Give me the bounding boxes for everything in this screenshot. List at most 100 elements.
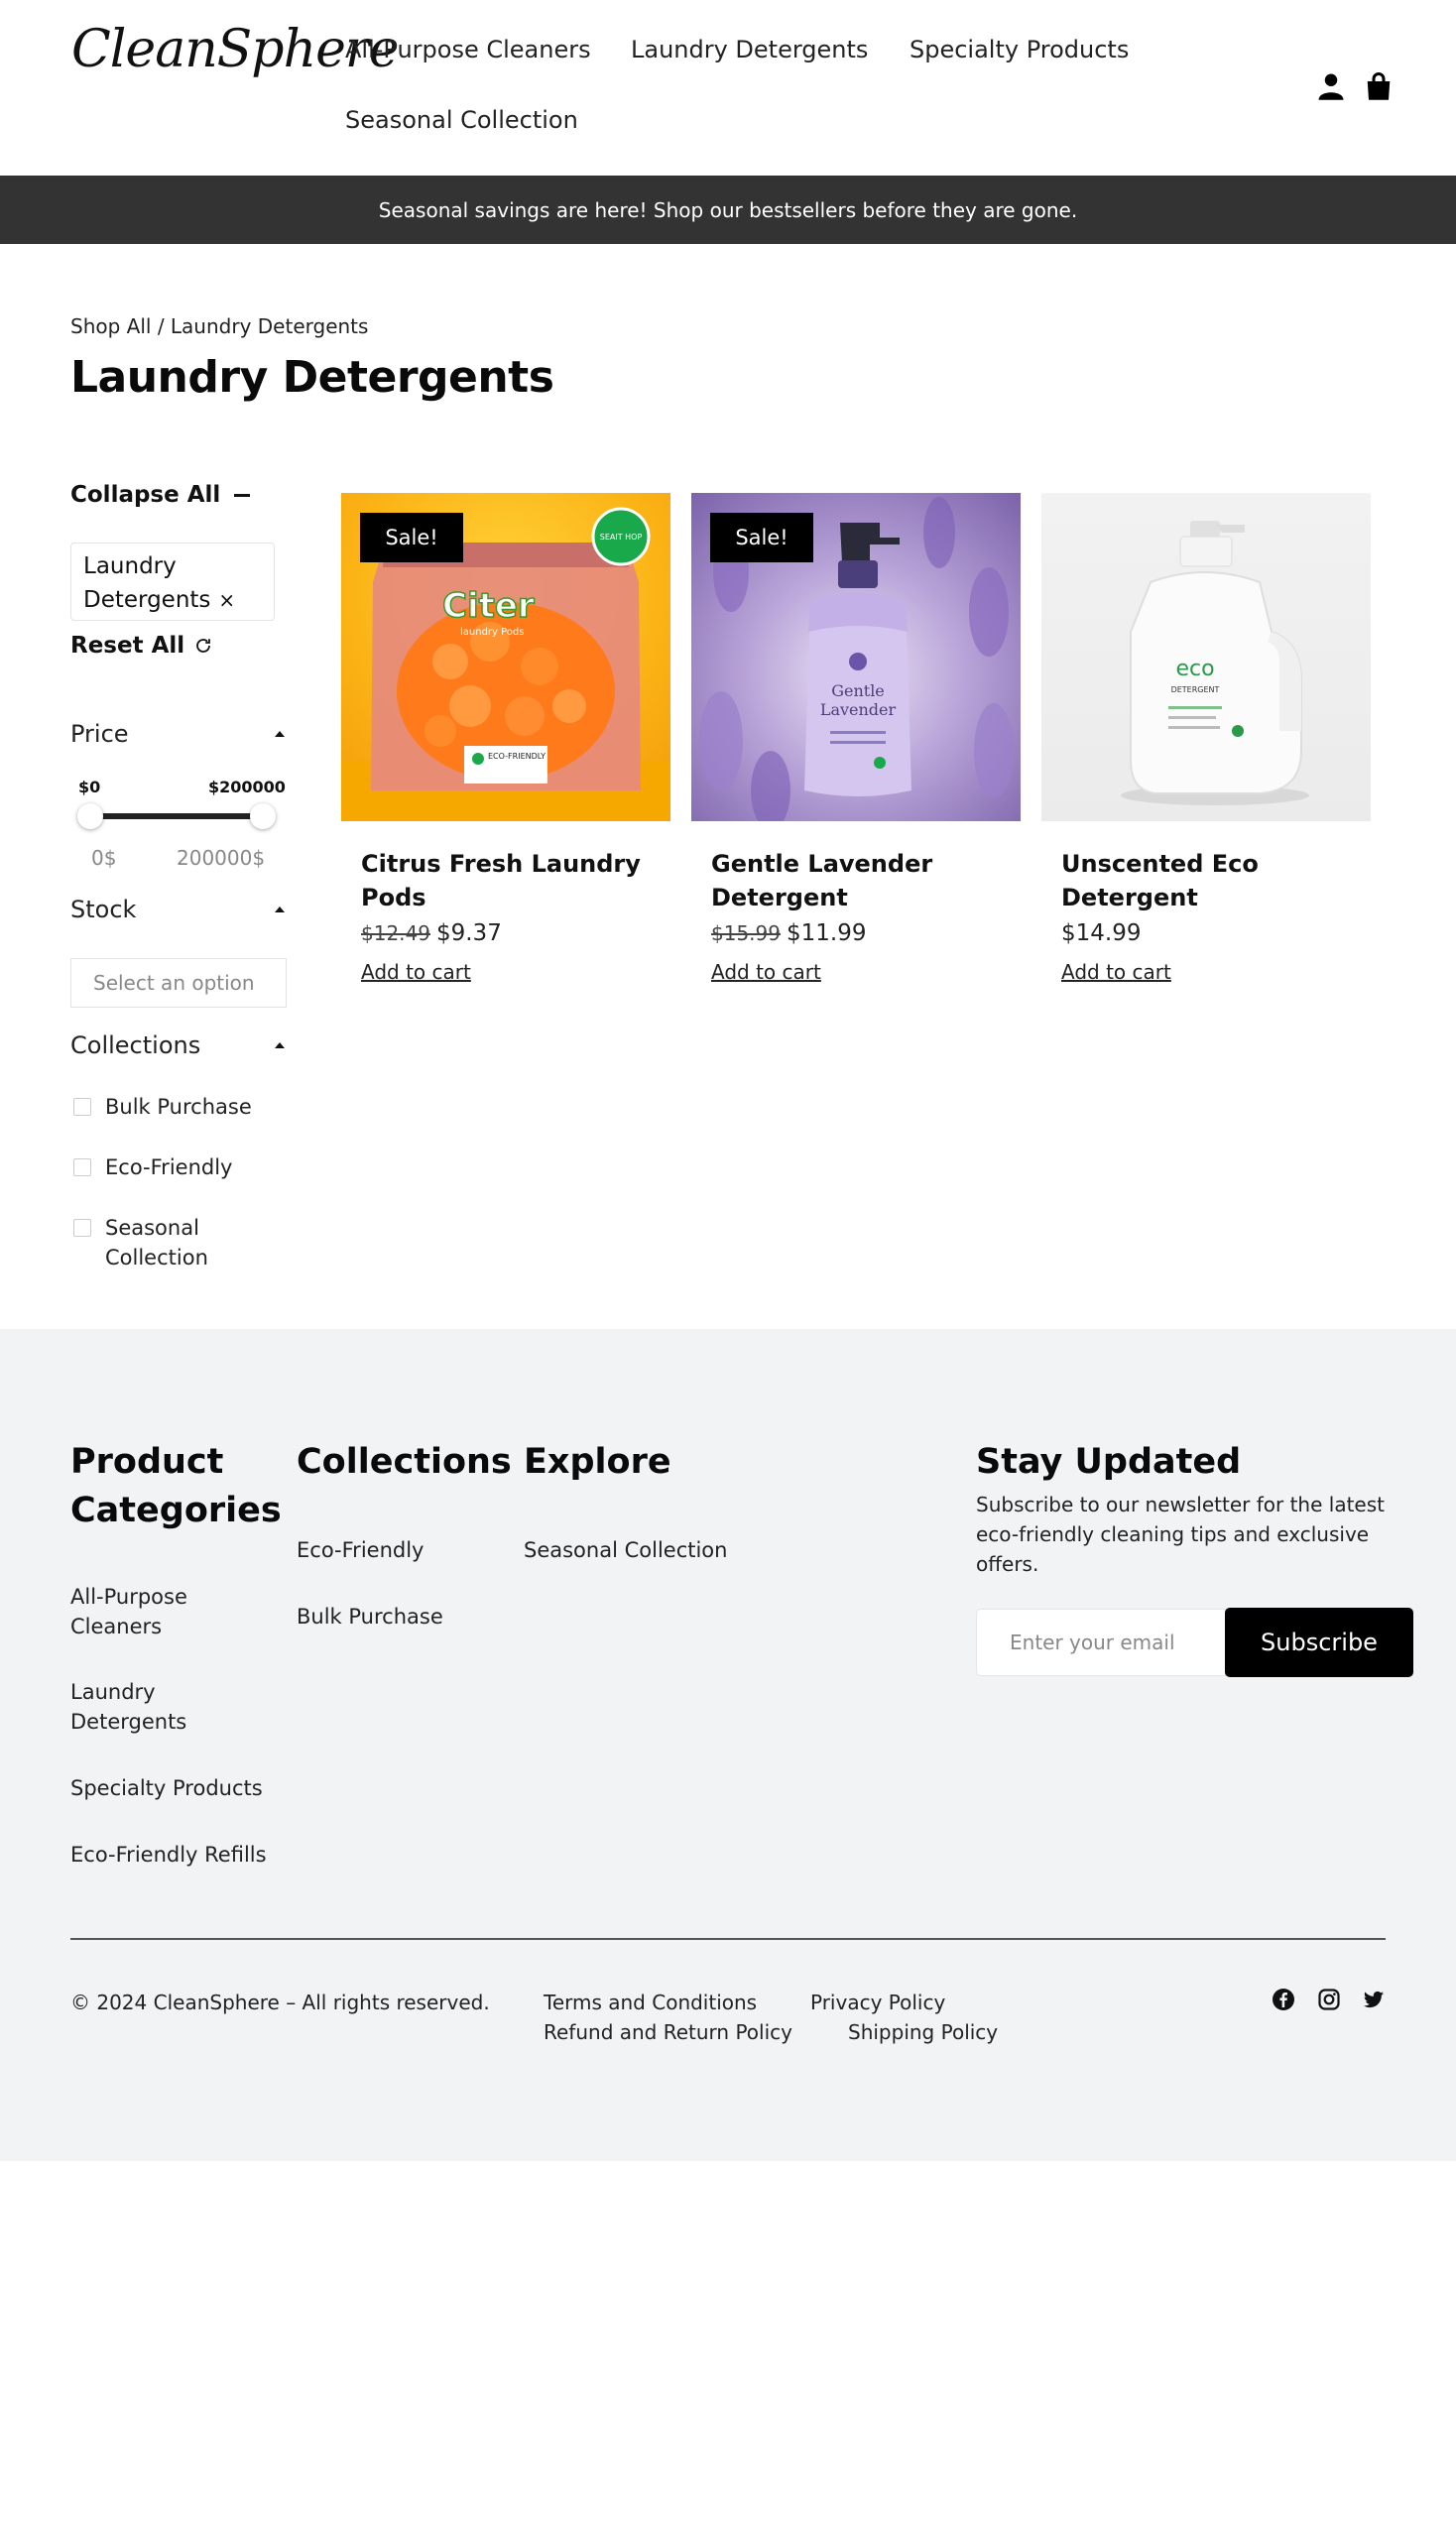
sale-badge: Sale! (710, 513, 813, 562)
page-title: Laundry Detergents (70, 352, 554, 403)
jug-sub-text: DETERGENT (1171, 685, 1220, 694)
instagram-icon[interactable] (1317, 1988, 1341, 2011)
product-title[interactable]: Unscented Eco Detergent (1061, 847, 1351, 914)
filter-option-seasonal-collection[interactable]: Seasonal Collection (73, 1213, 232, 1272)
checkbox[interactable] (73, 1219, 91, 1237)
price-min-label: $0 (78, 778, 101, 796)
twitter-icon[interactable] (1362, 1988, 1386, 2011)
footer-collections-title: Collections (297, 1442, 512, 1482)
product-card[interactable]: eco DETERGENT Unscented Eco Detergent $1… (1041, 493, 1371, 984)
bottle-sub-text: Lavender (820, 700, 897, 719)
close-icon[interactable]: × (218, 588, 235, 612)
filter-option-bulk-purchase[interactable]: Bulk Purchase (73, 1092, 252, 1122)
nav-seasonal-collection[interactable]: Seasonal Collection (345, 106, 578, 134)
site-header: CleanSphere All-Purpose Cleaners Laundry… (0, 0, 1456, 176)
nav-laundry-detergents[interactable]: Laundry Detergents (631, 36, 868, 63)
price-min-value: 0$ (91, 846, 117, 870)
footer-link-eco-friendly[interactable]: Eco-Friendly (297, 1535, 424, 1565)
jug-brand-text: eco (1175, 657, 1214, 681)
seal-text: SEAIT HOP (600, 533, 643, 542)
filter-option-label: Eco-Friendly (105, 1155, 233, 1179)
refresh-icon (196, 639, 211, 653)
product-sale-price: $9.37 (435, 920, 502, 946)
footer-link-seasonal-collection[interactable]: Seasonal Collection (524, 1535, 727, 1565)
footer-link-privacy[interactable]: Privacy Policy (810, 1991, 945, 2014)
product-title[interactable]: Citrus Fresh Laundry Pods (361, 847, 651, 914)
filter-option-eco-friendly[interactable]: Eco-Friendly (73, 1152, 232, 1182)
announcement-bar: Seasonal savings are here! Shop our best… (0, 176, 1456, 244)
chevron-up-icon (275, 907, 285, 912)
checkbox[interactable] (73, 1098, 91, 1116)
collapse-all-label: Collapse All (70, 482, 221, 508)
footer-link-all-purpose-cleaners[interactable]: All-Purpose Cleaners (70, 1582, 229, 1641)
price-filter-title: Price (70, 720, 129, 748)
sale-badge: Sale! (360, 513, 463, 562)
stock-filter-title: Stock (70, 896, 137, 923)
newsletter-title: Stay Updated (976, 1442, 1242, 1482)
bag-label-text: ECO-FRIENDLY (488, 752, 546, 761)
chevron-up-icon (275, 731, 285, 737)
product-sale-price: $11.99 (786, 920, 867, 946)
reset-all-button[interactable]: Reset All (70, 633, 212, 659)
product-card[interactable]: Gentle Lavender Sale! Gentle Lavender De… (691, 493, 1021, 984)
active-filter-chip[interactable]: Laundry Detergents × (70, 543, 275, 621)
checkbox[interactable] (73, 1158, 91, 1176)
filter-option-label: Seasonal Collection (105, 1216, 208, 1270)
add-to-cart-button[interactable]: Add to cart (711, 960, 821, 984)
collapse-all-button[interactable]: Collapse All (70, 482, 251, 508)
product-old-price: $12.49 (361, 921, 430, 945)
footer-link-eco-friendly-refills[interactable]: Eco-Friendly Refills (70, 1840, 267, 1870)
bottle-brand-text: Gentle (831, 681, 885, 700)
product-image[interactable]: ECO-FRIENDLY Citer laundry Pods SEAIT HO… (341, 493, 670, 821)
product-title[interactable]: Gentle Lavender Detergent (711, 847, 1001, 914)
account-icon[interactable] (1316, 71, 1346, 101)
price-slider-min-handle[interactable] (77, 803, 103, 829)
footer-explore-title: Explore (524, 1442, 671, 1482)
cart-icon[interactable] (1364, 71, 1394, 101)
add-to-cart-button[interactable]: Add to cart (1061, 960, 1171, 984)
add-to-cart-button[interactable]: Add to cart (361, 960, 471, 984)
footer-link-shipping[interactable]: Shipping Policy (848, 2020, 998, 2044)
product-price: $12.49 $9.37 (361, 920, 651, 946)
product-price: $14.99 (1061, 920, 1351, 946)
price-max-label: $200000 (208, 778, 286, 796)
footer-product-categories-title: Product Categories (70, 1442, 282, 1530)
price-max-value: 200000$ (177, 846, 266, 870)
breadcrumb[interactable]: Shop All / Laundry Detergents (70, 314, 368, 338)
product-image[interactable]: Gentle Lavender Sale! (691, 493, 1021, 821)
newsletter-email-input[interactable]: Enter your email (976, 1609, 1226, 1676)
product-image[interactable]: eco DETERGENT (1041, 493, 1371, 821)
eco-detergent-jug-image: eco DETERGENT (1121, 521, 1309, 805)
product-sale-price: $14.99 (1061, 920, 1142, 946)
bag-sub-text: laundry Pods (460, 627, 525, 638)
price-slider-track[interactable] (89, 813, 264, 819)
stock-filter-header[interactable]: Stock (70, 896, 285, 923)
copyright-text: © 2024 CleanSphere – All rights reserved… (70, 1991, 490, 2014)
price-filter-header[interactable]: Price (70, 720, 285, 748)
stock-select[interactable]: Select an option (70, 958, 287, 1008)
bag-brand-text: Citer (442, 586, 535, 626)
newsletter-blurb: Subscribe to our newsletter for the late… (976, 1493, 1385, 1576)
nav-specialty-products[interactable]: Specialty Products (910, 36, 1129, 63)
price-slider-max-handle[interactable] (250, 803, 276, 829)
footer-link-laundry-detergents[interactable]: Laundry Detergents (70, 1677, 229, 1737)
collections-filter-title: Collections (70, 1031, 201, 1059)
filter-option-label: Bulk Purchase (105, 1095, 252, 1119)
product-price: $15.99 $11.99 (711, 920, 1001, 946)
footer-link-refund[interactable]: Refund and Return Policy (544, 2020, 792, 2044)
announcement-text: Seasonal savings are here! Shop our best… (378, 197, 1078, 222)
collections-filter-header[interactable]: Collections (70, 1031, 285, 1059)
reset-all-label: Reset All (70, 633, 185, 659)
footer-link-specialty-products[interactable]: Specialty Products (70, 1773, 263, 1803)
chevron-up-icon (275, 1042, 285, 1048)
product-old-price: $15.99 (711, 921, 781, 945)
active-filter-label: Laundry Detergents (83, 553, 211, 613)
minus-icon (234, 493, 251, 497)
footer-link-terms[interactable]: Terms and Conditions (544, 1991, 757, 2014)
subscribe-button[interactable]: Subscribe (1225, 1608, 1413, 1677)
nav-all-purpose-cleaners[interactable]: All-Purpose Cleaners (345, 36, 591, 63)
product-card[interactable]: ECO-FRIENDLY Citer laundry Pods SEAIT HO… (341, 493, 670, 984)
footer-divider (70, 1938, 1386, 1940)
facebook-icon[interactable] (1272, 1988, 1295, 2011)
footer-link-bulk-purchase[interactable]: Bulk Purchase (297, 1602, 443, 1632)
